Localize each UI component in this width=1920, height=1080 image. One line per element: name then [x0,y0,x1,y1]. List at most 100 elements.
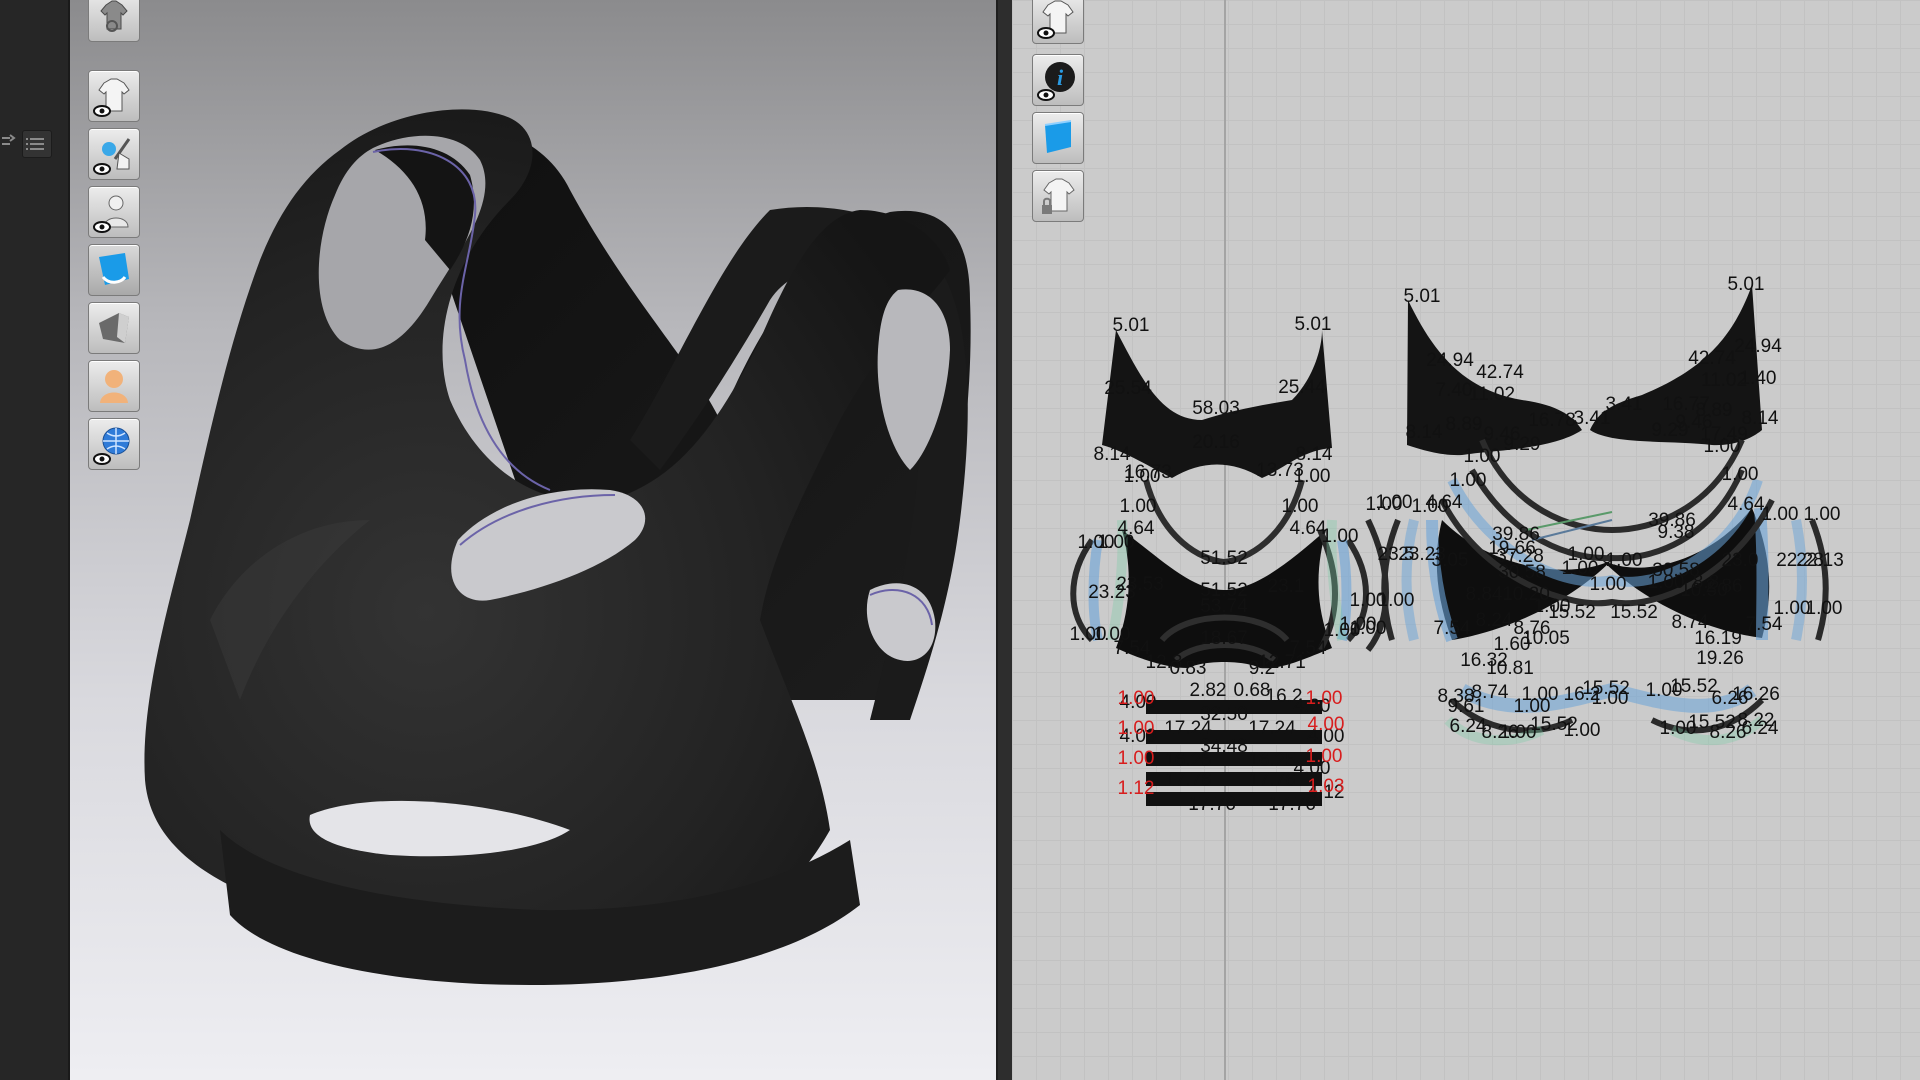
pattern-texture-button[interactable] [1032,112,1084,164]
seam-length-label: 24.94 [1426,350,1474,371]
seam-length-label: 17.76 [1248,770,1296,791]
seam-length-warning-label: 1.00 [1306,688,1343,709]
seam-length-label: 22.13 [1796,550,1844,571]
texture-button[interactable] [88,244,140,296]
seam-length-label: 23.53 [1116,574,1164,595]
seam-length-label: 9.29 [1652,420,1689,441]
show-garment-button[interactable] [88,70,140,122]
seam-length-label: 23.1 [1268,576,1305,597]
seam-length-label: 1.00 [1340,614,1377,635]
collapse-arrow-icon[interactable] [0,132,16,154]
seam-length-label: 1.00 [1124,466,1161,487]
seam-length-label: 8.84 [1466,584,1503,605]
seam-length-label: 8.89 [1446,414,1483,435]
seam-length-label: 1.00 [1534,596,1571,617]
seam-length-label: 25.54 [1104,378,1152,399]
fabric-shape-button[interactable] [88,302,140,354]
seam-length-label: 5.01 [1728,274,1765,295]
seam-length-label: 16.25 [1248,750,1296,771]
show-button-button[interactable] [88,128,140,180]
seam-length-label: 1.00 [1464,446,1501,467]
seam-length-warning-label: 1.00 [1118,688,1155,709]
seam-length-warning-label: 1.00 [1306,746,1343,767]
seam-length-label: 16.19 [1694,628,1742,649]
seam-length-label: 1.00 [1450,470,1487,491]
seam-length-label: 17.76 [1188,794,1236,815]
lock-garment-icon [1042,178,1075,214]
avatar-head-icon [100,370,128,403]
seam-length-label: 9.38 [1658,522,1695,543]
seam-length-label: 58.03 [1192,398,1240,419]
seam-length-label: 1.00 [1646,680,1683,701]
fabric-shape-icon [99,313,129,343]
seam-length-label: 8.26 [1710,722,1747,743]
seam-length-label: 1.00 [1322,526,1359,547]
seam-length-label: 5.01 [1113,315,1150,336]
3d-sports-bra-garment [144,109,971,985]
avatar-head-button[interactable] [88,360,140,412]
show-button-icon [93,138,131,175]
seam-length-label: 17.24 [1248,718,1296,739]
seam-length-label: 1.00 [1282,496,1319,517]
seam-length-label: 18.67 [1200,628,1248,649]
pattern-show-garment-button[interactable] [1032,0,1084,44]
left-side-rail [0,0,70,1080]
seam-length-label: 1.00 [1098,532,1135,553]
seam-length-label: 1.00 [1806,598,1843,619]
texture-icon [99,253,129,285]
seam-length-label: 1.00 [1592,688,1629,709]
lock-garment-button[interactable] [1032,170,1084,222]
seam-length-label: 16.78 [1528,410,1576,431]
seam-length-label: 1.00 [1606,550,1643,571]
seam-length-warning-label: 1.03 [1308,776,1345,797]
show-avatar-button[interactable] [88,186,140,238]
seam-length-label: 17.76 [1164,770,1212,791]
seam-length-label: 8.14 [1406,422,1443,443]
3d-garment-viewport[interactable] [70,0,996,1080]
show-avatar-icon [93,195,129,233]
seam-length-label: 1.00 [1120,496,1157,517]
svg-text:i: i [1057,65,1064,90]
seam-length-label: 4.64 [1426,492,1463,513]
seam-length-warning-label: 1.00 [1118,748,1155,769]
show-globe-button[interactable] [88,418,140,470]
seam-length-label: 6.24 [1742,718,1779,739]
list-view-icon[interactable] [22,130,52,158]
seam-length-label: 6.26 [1712,688,1749,709]
seam-length-label: 11.02 [1469,384,1515,405]
seam-length-label: 4.64 [1728,494,1765,515]
garment-top-icon [100,0,128,32]
texture-icon [1044,120,1072,153]
seam-length-warning-label: 1.12 [1118,778,1155,799]
seam-length-label: 1.40 [1740,368,1777,389]
seam-length-warning-label: 1.00 [1118,718,1155,739]
seam-length-label: 19.26 [1696,648,1744,669]
seam-length-label: 3.41 [1606,394,1643,415]
seam-length-label: 7.54 [1434,618,1471,639]
seam-length-label: 17.76 [1268,794,1316,815]
seam-length-label: 42.74 [1688,348,1736,369]
seam-length-label: 2.82 [1190,680,1227,701]
seam-length-label: 3.41 [1574,408,1611,429]
seam-length-label: 9.29 [1504,434,1541,455]
seam-length-label: 9.61 [1448,696,1485,717]
seam-length-warning-label: 4.00 [1308,714,1345,735]
seam-length-label: 23.0 [1722,550,1759,571]
2d-pattern-window[interactable]: 5.01 5.01 25.54 25.44 58.03 20.16 8.14 8.14 16.7… [1012,0,1920,1080]
info-icon: i [1037,62,1075,101]
seam-length-label: 30.58 [1498,562,1546,583]
seam-length-label: 1.00 [1704,436,1741,457]
seam-length-label: 5.01 [1295,314,1332,335]
seam-length-label: 23.23 [1398,544,1446,565]
seam-length-label: 1.00 [1564,720,1601,741]
seam-length-label: 1.00 [1722,464,1759,485]
garment-top-button[interactable] [88,0,140,42]
seam-length-label: 24.94 [1734,336,1782,357]
seam-length-label: 51.52 [1200,548,1248,569]
pattern-pieces: 5.01 5.0125.54 25.4458.0320.168.14 8.1416.7… [1070,274,1844,815]
info-button[interactable]: i [1032,54,1084,106]
seam-length-label: 0.83 [1170,658,1207,679]
seam-length-label: 9.2 [1249,658,1275,679]
seam-length-label: 1.00 [1376,492,1413,513]
seam-length-label: 1.00 [1804,504,1841,525]
